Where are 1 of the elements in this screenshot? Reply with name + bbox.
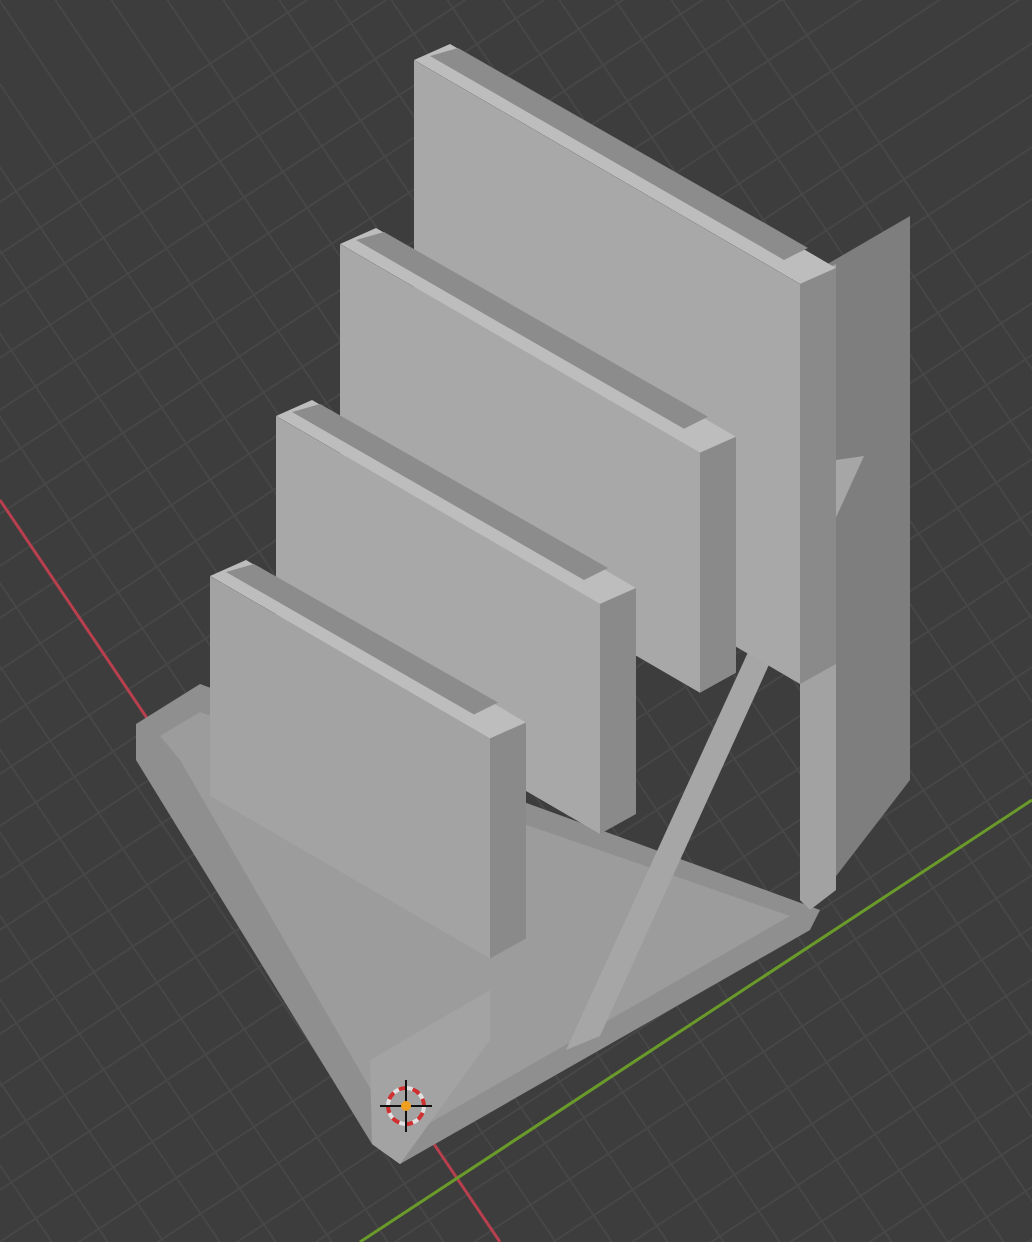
3d-cursor-icon [379, 1079, 433, 1133]
